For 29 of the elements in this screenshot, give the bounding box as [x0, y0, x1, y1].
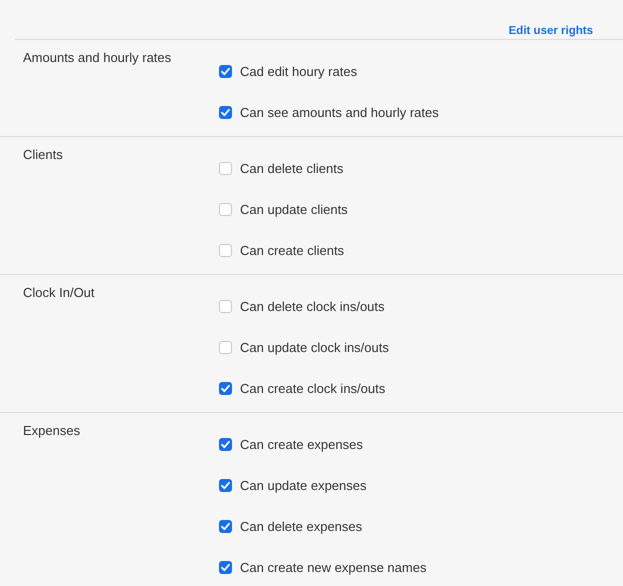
- checkbox[interactable]: [219, 382, 232, 395]
- permission-label: Can create clock ins/outs: [240, 380, 386, 396]
- permission-label: Can create new expense names: [240, 560, 426, 576]
- permission-label: Can delete clock ins/outs: [240, 298, 385, 314]
- section-title: Clock In/Out: [23, 284, 96, 302]
- section-title: Amounts and hourly rates: [23, 49, 172, 67]
- permission-label: Can update expenses: [240, 478, 366, 494]
- checkbox[interactable]: [219, 341, 232, 354]
- checkbox[interactable]: [219, 65, 232, 78]
- checkbox[interactable]: [219, 162, 232, 175]
- checkbox[interactable]: [219, 106, 232, 119]
- permission-label: Can create expenses: [240, 436, 363, 452]
- edit-user-rights-link[interactable]: Edit user rights: [508, 25, 593, 39]
- checkbox[interactable]: [219, 244, 232, 257]
- section-title: Expenses: [23, 422, 82, 440]
- permission-label: Can update clock ins/outs: [240, 340, 389, 356]
- checkbox[interactable]: [219, 438, 232, 451]
- checkbox[interactable]: [219, 520, 232, 533]
- permission-label: Can delete clients: [240, 160, 344, 176]
- checkbox[interactable]: [219, 479, 232, 492]
- permission-label: Cad edit houry rates: [240, 64, 358, 80]
- permission-label: Can see amounts and hourly rates: [240, 104, 439, 120]
- section-title: Clients: [23, 146, 64, 164]
- permission-label: Can delete expenses: [240, 518, 362, 534]
- checkbox[interactable]: [219, 561, 232, 574]
- permission-label: Can create clients: [240, 242, 344, 258]
- checkbox[interactable]: [219, 203, 232, 216]
- checkbox[interactable]: [219, 300, 232, 313]
- permission-label: Can update clients: [240, 202, 348, 218]
